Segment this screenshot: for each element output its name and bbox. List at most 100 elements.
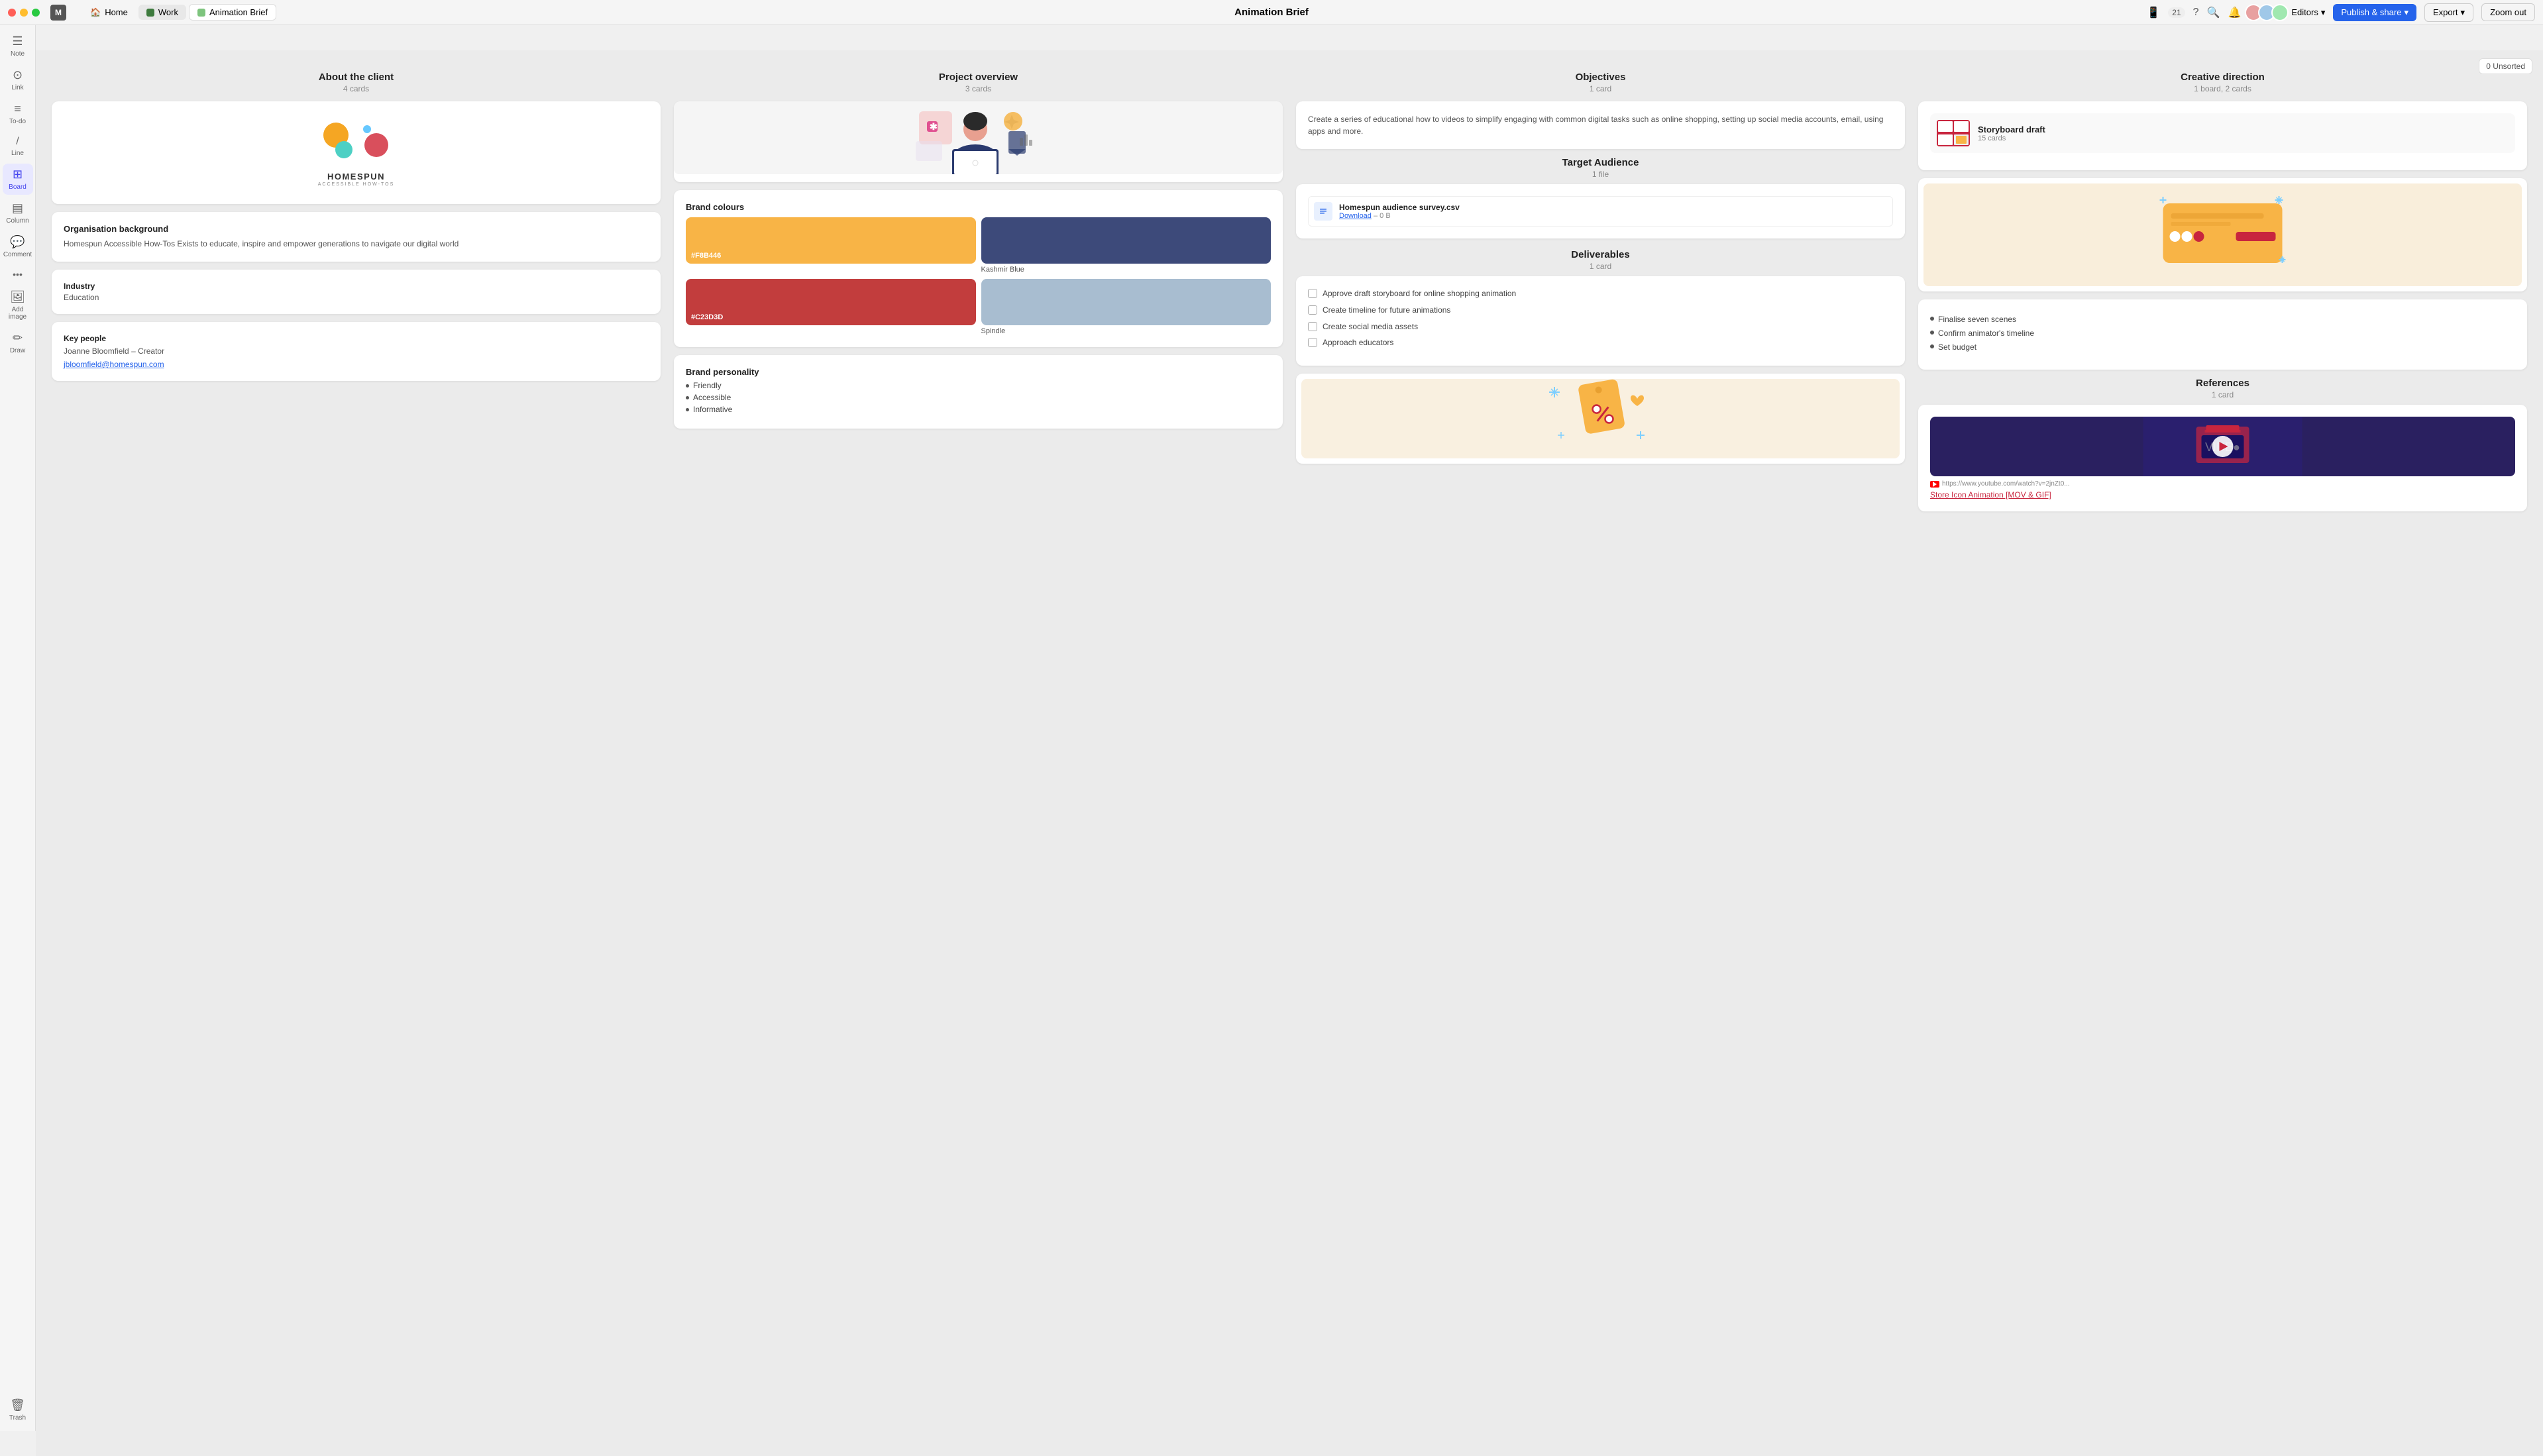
board: About the client 4 cards HOMESPUN ACCESS… [52, 72, 2527, 519]
sidebar-item-link[interactable]: ⊙ Link [3, 64, 33, 95]
link-icon: ⊙ [13, 68, 23, 82]
todo-icon: ≡ [14, 102, 21, 116]
search-icon[interactable]: 🔍 [2207, 6, 2220, 19]
hero-illustration-card: ✱ [674, 101, 1283, 182]
notification-bell-icon[interactable]: 🔔 [2228, 6, 2241, 19]
zoom-out-button[interactable]: Zoom out [2481, 3, 2535, 21]
sidebar-line-label: Line [11, 150, 24, 157]
org-background-title: Organisation background [64, 224, 649, 234]
objectives-card: Create a series of educational how to vi… [1296, 101, 1905, 149]
youtube-thumb-svg: VIDE● [1930, 417, 2515, 476]
editors-dropdown[interactable]: Editors ▾ [2291, 7, 2325, 18]
file-size: 0 B [1380, 212, 1391, 220]
sidebar-column-label: Column [6, 217, 28, 225]
sidebar-board-label: Board [9, 183, 27, 191]
sidebar-item-add-image[interactable]: 🖼 Add image [3, 286, 33, 325]
sidebar-comment-label: Comment [3, 251, 32, 258]
publish-chevron-icon: ▾ [2404, 7, 2408, 18]
sidebar-item-line[interactable]: / Line [3, 132, 33, 161]
sidebar-item-todo[interactable]: ≡ To-do [3, 98, 33, 129]
column-creative-direction-header: Creative direction 1 board, 2 cards [1918, 72, 2527, 93]
deliverables-bullets-card: Finalise seven scenes Confirm animator's… [1918, 299, 2527, 370]
youtube-play-icon [1933, 482, 1937, 487]
swatch-blue-block [981, 217, 1272, 264]
sidebar-item-board[interactable]: ⊞ Board [3, 164, 33, 195]
checkbox-3[interactable] [1308, 322, 1317, 331]
minimize-button[interactable] [20, 9, 28, 17]
orange-vis-container [1923, 183, 2522, 286]
shopping-illustration-card [1296, 374, 1905, 464]
bullet-3 [1930, 344, 1934, 348]
youtube-thumbnail[interactable]: VIDE● [1930, 417, 2515, 476]
circle-blue [363, 125, 371, 133]
column-creative-direction-title: Creative direction [1918, 72, 2527, 83]
target-audience-title: Target Audience [1296, 157, 1905, 168]
maximize-button[interactable] [32, 9, 40, 17]
help-icon[interactable]: ? [2193, 7, 2199, 19]
swatch-orange: #F8B446 [686, 217, 976, 274]
sidebar-item-column[interactable]: ▤ Column [3, 197, 33, 229]
app-logo: M [50, 5, 66, 21]
unsorted-badge: 0 Unsorted [2479, 58, 2532, 74]
close-button[interactable] [8, 9, 16, 17]
export-button[interactable]: Export ▾ [2424, 3, 2473, 22]
storyboard-card[interactable]: Storyboard draft 15 cards [1918, 101, 2527, 170]
logo-subtext: ACCESSIBLE HOW-TOS [64, 182, 649, 187]
target-audience-header: Target Audience 1 file [1296, 157, 1905, 179]
tab-animation-brief[interactable]: Animation Brief [189, 4, 276, 21]
deliverables-subtitle: 1 card [1296, 262, 1905, 271]
column-objectives: Objectives 1 card Create a series of edu… [1296, 72, 1905, 519]
sidebar-item-comment[interactable]: 💬 Comment [3, 231, 33, 262]
tab-bar: 🏠 Home Work Animation Brief [82, 4, 276, 21]
device-icon[interactable]: 📱 [2147, 6, 2160, 19]
sidebar-item-draw[interactable]: ✏ Draw [3, 327, 33, 358]
brand-personality-card: Brand personality Friendly Accessible In… [674, 355, 1283, 429]
bullet-icon [686, 384, 689, 388]
personality-list: Friendly Accessible Informative [686, 381, 1271, 414]
circle-red [364, 133, 388, 157]
file-separator: – [1374, 212, 1380, 220]
checklist-text-3: Create social media assets [1323, 321, 1418, 333]
sidebar-item-note[interactable]: ☰ Note [3, 30, 33, 62]
hero-illustration: ✱ [674, 101, 1283, 174]
column-about-client-title: About the client [52, 72, 661, 83]
sidebar-item-trash[interactable]: 🗑 Trash [3, 1394, 33, 1426]
reference-link[interactable]: Store Icon Animation [MOV & GIF] [1930, 490, 2515, 499]
file-meta: Download – 0 B [1339, 212, 1887, 220]
sidebar-item-more[interactable]: ••• [3, 265, 33, 284]
swatch-spindle-name: Spindle [981, 327, 1272, 335]
target-audience-subtitle: 1 file [1296, 170, 1905, 179]
swatch-orange-label: #F8B446 [691, 252, 721, 260]
zoom-label: Zoom out [2490, 7, 2526, 17]
titlebar-icons: 📱 21 ? 🔍 🔔 [2147, 6, 2241, 19]
storyboard-thumbnail [1937, 120, 1970, 146]
download-link[interactable]: Download [1339, 212, 1372, 220]
storyboard-info: Storyboard draft 15 cards [1978, 125, 2045, 142]
checkbox-2[interactable] [1308, 305, 1317, 315]
key-people-email[interactable]: jbloomfield@homespun.com [64, 360, 649, 369]
logo-card: HOMESPUN ACCESSIBLE HOW-TOS [52, 101, 661, 204]
sidebar-note-label: Note [11, 50, 25, 58]
editors-label-text: Editors [2291, 7, 2318, 17]
column-project-overview-title: Project overview [674, 72, 1283, 83]
note-icon: ☰ [12, 34, 23, 48]
brand-colours-card: Brand colours #F8B446 Kashmir Blue [674, 190, 1283, 347]
column-project-overview: Project overview 3 cards [674, 72, 1283, 519]
checkbox-4[interactable] [1308, 338, 1317, 347]
tab-home[interactable]: 🏠 Home [82, 5, 136, 21]
key-people-card: Key people Joanne Bloomfield – Creator j… [52, 322, 661, 381]
column-project-overview-subtitle: 3 cards [674, 84, 1283, 93]
left-sidebar: ☰ Note ⊙ Link ≡ To-do / Line ⊞ Board ▤ C… [0, 25, 36, 1431]
orange-card-svg [1930, 190, 2515, 276]
storyboard-count: 15 cards [1978, 134, 2045, 142]
checklist-text-1: Approve draft storyboard for online shop… [1323, 288, 1516, 299]
tab-work[interactable]: Work [138, 5, 186, 20]
publish-share-button[interactable]: Publish & share ▾ [2333, 4, 2416, 21]
column-about-client-header: About the client 4 cards [52, 72, 661, 93]
personality-friendly-text: Friendly [693, 381, 722, 390]
column-about-client: About the client 4 cards HOMESPUN ACCESS… [52, 72, 661, 519]
bullet-text-3: Set budget [1938, 342, 1976, 353]
bullet-icon-3 [686, 408, 689, 411]
checkbox-1[interactable] [1308, 289, 1317, 298]
sidebar-todo-label: To-do [9, 118, 26, 125]
